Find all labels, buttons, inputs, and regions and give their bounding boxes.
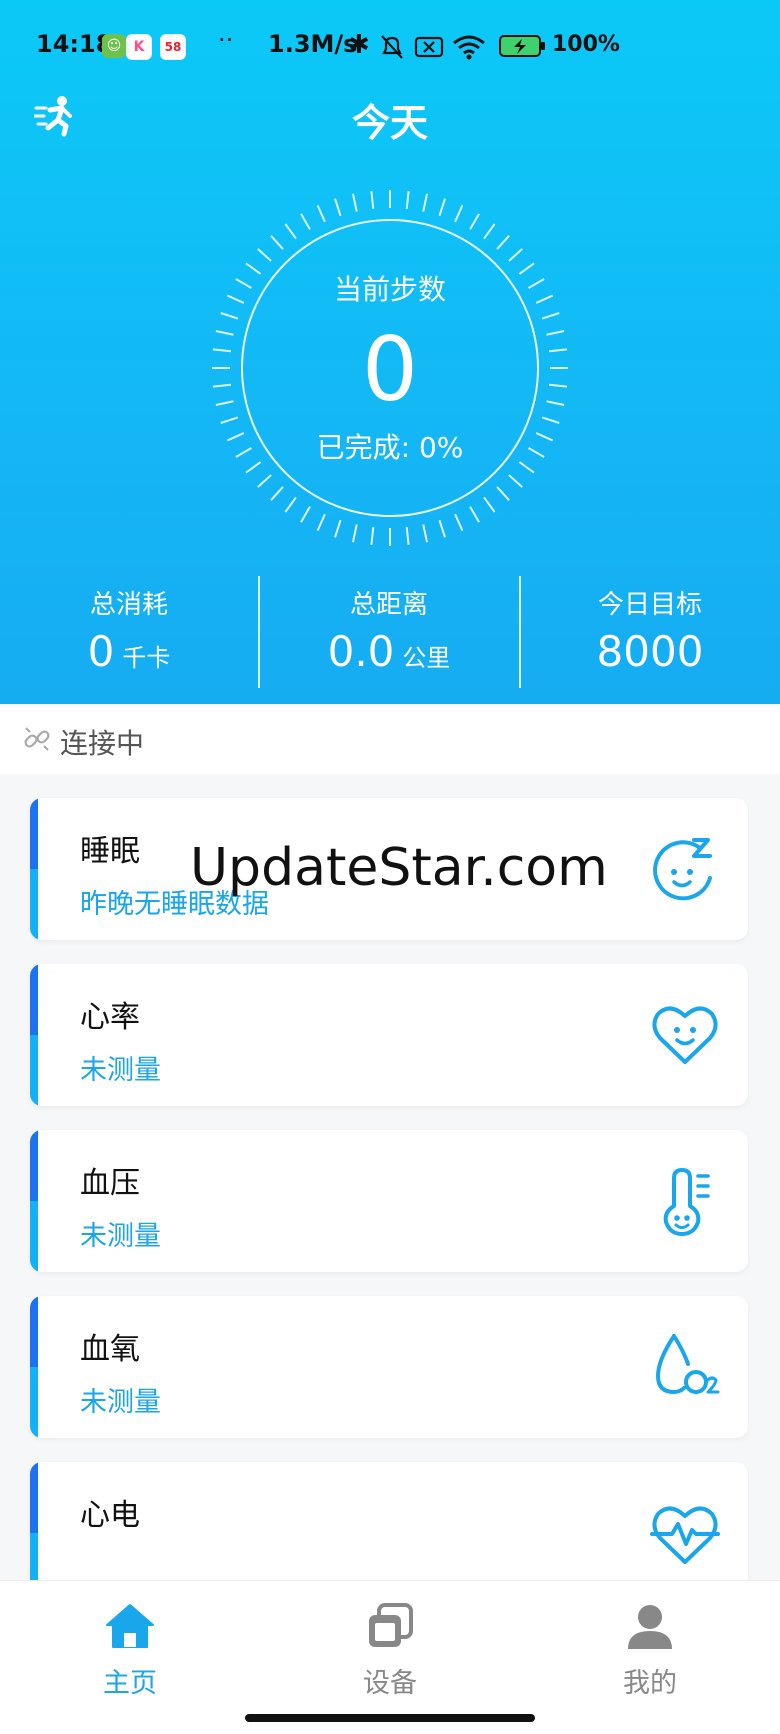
ring-tick <box>454 513 464 532</box>
status-overflow: ·· <box>218 26 234 54</box>
ring-tick <box>334 519 342 538</box>
wifi-icon <box>453 35 485 60</box>
status-bar: 14:18 ☺ K 58 ·· 1.3M/s ✱ 100% <box>0 0 780 94</box>
k-app-icon: K <box>126 34 152 60</box>
card-blood-oxygen[interactable]: 血氧 未测量 <box>30 1296 748 1438</box>
ring-tick <box>405 527 410 546</box>
ring-tick <box>483 496 496 513</box>
card-accent-bar <box>30 798 38 940</box>
home-indicator[interactable] <box>245 1714 535 1722</box>
ring-tick <box>508 474 523 488</box>
ring-tick <box>496 486 510 501</box>
ring-tick <box>284 223 297 240</box>
stat-calories-value: 0 <box>87 627 115 676</box>
card-title: 心电 <box>80 1498 140 1533</box>
nav-profile[interactable]: 我的 <box>560 1601 740 1700</box>
ring-tick <box>405 190 410 209</box>
stat-goal[interactable]: 今日目标 8000 <box>521 584 779 676</box>
stat-goal-label: 今日目标 <box>597 590 702 620</box>
ring-tick <box>370 527 375 546</box>
hero-header: 14:18 ☺ K 58 ·· 1.3M/s ✱ 100% 今天 当前步数 0 … <box>0 0 780 704</box>
ring-tick <box>257 474 272 488</box>
card-title: 睡眠 <box>80 834 140 869</box>
status-time: 14:18 <box>36 30 113 58</box>
device-icon <box>369 1603 413 1647</box>
ring-tick <box>352 524 358 543</box>
stat-distance-unit: 公里 <box>402 644 451 672</box>
profile-icon <box>628 1605 672 1649</box>
stat-distance: 总距离 0.0 公里 <box>260 584 518 676</box>
ring-tick <box>370 190 375 209</box>
nav-home-label: 主页 <box>103 1668 157 1699</box>
steps-label: 当前步数 <box>333 273 446 306</box>
card-subtitle: 未测量 <box>80 1055 161 1086</box>
ring-tick <box>438 519 446 538</box>
ring-tick <box>454 204 464 223</box>
card-heart-rate[interactable]: 心率 未测量 <box>30 964 748 1106</box>
ring-tick <box>422 193 428 212</box>
card-accent-bar <box>30 1296 38 1438</box>
ring-tick <box>438 198 446 217</box>
ring-tick <box>300 213 311 230</box>
steps-value: 0 <box>362 318 418 421</box>
o2-drop-icon <box>655 1334 720 1395</box>
ring-tick <box>284 496 297 513</box>
network-speed: 1.3M/s <box>268 30 358 58</box>
bluetooth-icon: ✱ <box>348 30 370 60</box>
battery-percent: 100% <box>552 32 620 57</box>
ring-tick <box>316 204 326 223</box>
bottom-nav: 主页 设备 我的 <box>0 1580 780 1734</box>
stat-calories-label: 总消耗 <box>89 590 168 620</box>
ring-tick <box>469 213 480 230</box>
card-accent-bar <box>30 1130 38 1272</box>
bell-muted-icon <box>381 35 403 59</box>
card-title: 血压 <box>80 1166 140 1201</box>
steps-completed: 已完成: 0% <box>316 431 464 464</box>
sleep-face-icon <box>653 838 712 901</box>
ring-tick <box>352 193 358 212</box>
thermometer-face-icon <box>663 1168 710 1236</box>
ecg-heart-icon <box>650 1506 720 1564</box>
connection-status: 连接中 <box>60 727 145 760</box>
connection-bar: 连接中 <box>0 704 780 774</box>
ring-tick <box>508 248 523 262</box>
stat-distance-value: 0.0 <box>327 627 395 676</box>
ring-tick <box>270 235 284 250</box>
link-broken-icon <box>24 727 50 751</box>
sim-off-icon <box>414 36 444 58</box>
ring-tick <box>257 248 272 262</box>
nav-device-label: 设备 <box>363 1668 417 1699</box>
stat-distance-label: 总距离 <box>349 590 428 620</box>
stat-goal-value: 8000 <box>596 627 704 676</box>
ring-tick <box>334 198 342 217</box>
steps-completed-value: 0% <box>418 431 464 464</box>
card-blood-pressure[interactable]: 血压 未测量 <box>30 1130 748 1272</box>
ring-tick <box>270 486 284 501</box>
card-subtitle: 未测量 <box>80 1221 161 1252</box>
nav-device[interactable]: 设备 <box>300 1601 480 1700</box>
heart-face-icon <box>652 1006 718 1064</box>
steps-completed-label: 已完成 <box>316 431 401 464</box>
home-icon <box>106 1604 154 1648</box>
nav-profile-label: 我的 <box>623 1668 677 1699</box>
page-title: 今天 <box>351 101 428 145</box>
stat-calories-unit: 千卡 <box>122 644 171 672</box>
ring-tick <box>316 513 326 532</box>
card-accent-bar <box>30 964 38 1106</box>
stat-calories: 总消耗 0 千卡 <box>0 584 258 676</box>
battery-icon <box>499 35 545 57</box>
card-title: 心率 <box>80 1000 140 1035</box>
nav-home[interactable]: 主页 <box>40 1601 220 1700</box>
ring-tick <box>483 223 496 240</box>
card-title: 血氧 <box>80 1332 140 1367</box>
cat-app-icon: ☺ <box>102 34 126 58</box>
watermark: UpdateStar.com <box>190 838 608 898</box>
ring-tick <box>300 506 311 523</box>
ring-tick <box>496 235 510 250</box>
58-app-icon: 58 <box>160 34 186 60</box>
ring-tick <box>422 524 428 543</box>
ring-tick <box>469 506 480 523</box>
card-subtitle: 未测量 <box>80 1387 161 1418</box>
